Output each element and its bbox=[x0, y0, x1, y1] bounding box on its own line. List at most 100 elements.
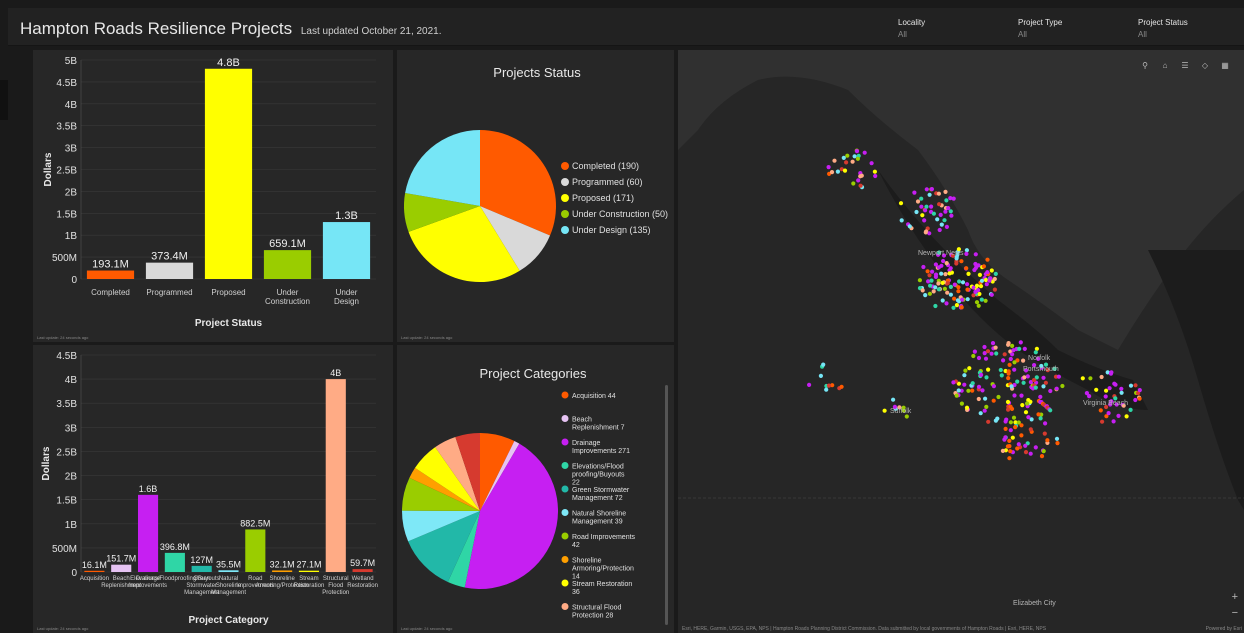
powered-by-esri[interactable]: Powered by Esri bbox=[1206, 626, 1242, 632]
project-point-174 bbox=[989, 351, 994, 356]
legend-label: 14 bbox=[572, 574, 580, 581]
legend-label: Under Construction (50) bbox=[572, 209, 668, 219]
project-point-352 bbox=[850, 159, 855, 164]
home-icon[interactable]: ⌂ bbox=[1158, 58, 1172, 72]
y-tick-label: 2.5B bbox=[56, 447, 77, 458]
legend-label: Structural Flood bbox=[572, 605, 622, 612]
zoom-in-button[interactable]: + bbox=[1232, 591, 1238, 603]
y-tick-label: 4B bbox=[65, 100, 78, 111]
project-point-143 bbox=[976, 396, 981, 402]
project-point-429 bbox=[1003, 426, 1008, 431]
project-point-431 bbox=[1005, 444, 1010, 449]
legend-label: Beach bbox=[572, 417, 592, 424]
y-tick-label: 500M bbox=[52, 544, 77, 555]
project-point-364 bbox=[1137, 396, 1142, 401]
project-point-442 bbox=[821, 362, 826, 367]
project-point-225 bbox=[993, 345, 998, 350]
project-point-307 bbox=[942, 218, 947, 223]
project-point-190 bbox=[978, 411, 983, 416]
legend-swatch-0 bbox=[561, 162, 569, 170]
project-point-319 bbox=[944, 224, 949, 229]
project-point-175 bbox=[1018, 340, 1023, 345]
project-point-385 bbox=[1113, 382, 1118, 387]
project-point-363 bbox=[1080, 376, 1085, 381]
project-point-164 bbox=[1056, 374, 1061, 379]
project-point-224 bbox=[1025, 401, 1030, 406]
project-point-69 bbox=[942, 286, 947, 291]
project-point-367 bbox=[1119, 386, 1124, 391]
search-icon[interactable]: ⚲ bbox=[1138, 58, 1152, 72]
side-collapse-handle[interactable] bbox=[0, 80, 8, 120]
category-pie-chart[interactable]: Project Categories Acquisition 44 BeachRep… bbox=[397, 345, 674, 633]
project-point-244 bbox=[1008, 404, 1013, 409]
project-type-filter-label: Project Type bbox=[1018, 18, 1063, 27]
project-type-filter[interactable]: Project Type All bbox=[1018, 18, 1128, 39]
layers-icon[interactable]: ◇ bbox=[1198, 58, 1212, 72]
project-point-198 bbox=[1012, 367, 1017, 372]
project-point-247 bbox=[1041, 375, 1046, 380]
project-point-300 bbox=[948, 196, 953, 201]
city-label-suffolk: Suffolk bbox=[890, 408, 912, 415]
chart-title: Project Categories bbox=[480, 366, 587, 381]
project-point-196 bbox=[1012, 360, 1017, 365]
project-point-233 bbox=[1023, 410, 1029, 415]
project-point-343 bbox=[858, 183, 863, 188]
project-point-421 bbox=[1000, 448, 1005, 453]
map-canvas[interactable] bbox=[678, 50, 1244, 633]
y-tick-label: 1.5B bbox=[56, 496, 77, 507]
project-point-272 bbox=[956, 388, 961, 393]
bar-value-label: 27.1M bbox=[296, 560, 321, 570]
project-point-171 bbox=[994, 351, 999, 356]
grid-icon[interactable]: ▦ bbox=[1218, 58, 1232, 72]
project-point-75 bbox=[955, 298, 960, 303]
project-point-21 bbox=[929, 278, 934, 283]
project-point-437 bbox=[824, 387, 829, 392]
project-type-filter-value[interactable]: All bbox=[1018, 30, 1128, 39]
project-point-38 bbox=[960, 280, 966, 285]
project-point-342 bbox=[835, 169, 840, 174]
project-point-417 bbox=[1019, 433, 1024, 438]
y-tick-label: 3.5B bbox=[56, 399, 77, 410]
project-point-60 bbox=[945, 281, 950, 286]
project-point-64 bbox=[978, 284, 984, 289]
project-point-282 bbox=[924, 204, 929, 209]
map-toolbar: ⚲ ⌂ ☰ ◇ ▦ bbox=[1138, 58, 1232, 72]
zoom-out-button[interactable]: − bbox=[1232, 607, 1238, 619]
project-point-250 bbox=[1022, 375, 1027, 380]
locality-filter-value[interactable]: All bbox=[898, 30, 1008, 39]
project-point-288 bbox=[929, 204, 934, 209]
locality-filter[interactable]: Locality All bbox=[898, 18, 1008, 39]
project-point-76 bbox=[952, 282, 957, 287]
bar-2 bbox=[137, 494, 159, 572]
projects-map[interactable]: ⚲ ⌂ ☰ ◇ ▦ Newport News Norfolk Portsmout… bbox=[678, 50, 1244, 633]
project-point-90 bbox=[964, 251, 969, 256]
x-category-label: Natural bbox=[219, 576, 238, 582]
project-status-filter[interactable]: Project Status All bbox=[1138, 18, 1244, 39]
legend-swatch-4 bbox=[561, 226, 569, 234]
legend-swatch-1 bbox=[561, 415, 569, 422]
project-point-309 bbox=[943, 189, 948, 194]
bar-6 bbox=[245, 529, 266, 572]
status-bar-chart[interactable]: 0 500M 1B 1.5B 2B 2.5B 3B 3.5B 4B 4.5B 5B 193.1M Com… bbox=[33, 50, 393, 342]
bar-3 bbox=[164, 552, 185, 572]
project-point-369 bbox=[1103, 394, 1108, 399]
legend-scrollbar[interactable] bbox=[665, 385, 668, 625]
project-point-409 bbox=[1028, 451, 1033, 456]
project-point-107 bbox=[941, 258, 946, 264]
city-label-newport-news: Newport News bbox=[918, 250, 964, 257]
list-icon[interactable]: ☰ bbox=[1178, 58, 1192, 72]
project-point-422 bbox=[1028, 427, 1033, 432]
project-point-185 bbox=[962, 382, 967, 387]
project-status-filter-value[interactable]: All bbox=[1138, 30, 1244, 39]
y-tick-label: 3B bbox=[65, 144, 78, 155]
project-point-252 bbox=[985, 349, 991, 354]
project-point-304 bbox=[922, 218, 927, 223]
status-pie-chart[interactable]: Projects Status Completed (190) Programmed… bbox=[397, 50, 674, 342]
project-point-99 bbox=[973, 261, 978, 267]
project-point-305 bbox=[919, 196, 924, 201]
bar-value-label: 193.1M bbox=[92, 259, 129, 271]
category-bar-chart[interactable]: 0 500M 1B 1.5B 2B 2.5B 3B 3.5B 4B 4.5B 16.1M Acquis… bbox=[33, 345, 393, 633]
x-category-label: Beach bbox=[113, 576, 130, 582]
legend-label: Acquisition 44 bbox=[572, 393, 616, 400]
y-tick-label: 0 bbox=[71, 275, 77, 286]
